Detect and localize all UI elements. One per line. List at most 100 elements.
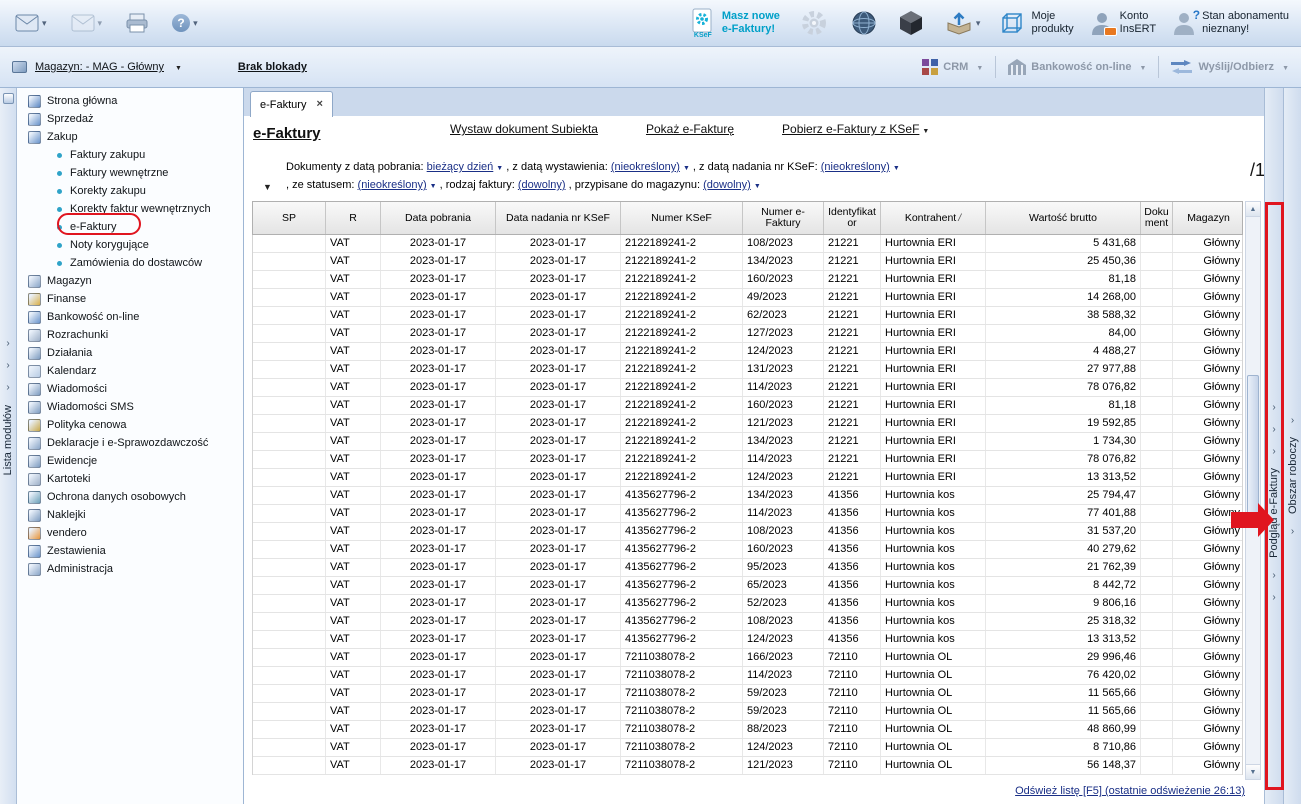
close-icon[interactable] [316, 99, 322, 110]
sidebar-item-zestawienia[interactable]: Zestawienia [17, 542, 243, 560]
table-row[interactable]: VAT2023-01-172023-01-172122189241-2124/2… [253, 343, 1242, 361]
modules-button[interactable] [896, 8, 926, 38]
column-header-2[interactable]: Data pobrania [381, 202, 496, 234]
sidebar-item-naklejki[interactable]: Naklejki [17, 506, 243, 524]
export-button[interactable] [942, 8, 984, 38]
table-row[interactable]: VAT2023-01-172023-01-177211038078-2166/2… [253, 649, 1242, 667]
sidebar-item-polityka-cenowa[interactable]: Polityka cenowa [17, 416, 243, 434]
table-row[interactable]: VAT2023-01-172023-01-174135627796-2108/2… [253, 523, 1242, 541]
action-link[interactable]: Pobierz e-Faktury z KSeF [782, 122, 929, 136]
table-row[interactable]: VAT2023-01-172023-01-174135627796-2114/2… [253, 505, 1242, 523]
column-header-3[interactable]: Data nadania nr KSeF [496, 202, 621, 234]
sidebar-item-faktury-wewnetrzne[interactable]: Faktury wewnętrzne [17, 164, 243, 182]
table-row[interactable]: VAT2023-01-172023-01-172122189241-2114/2… [253, 379, 1242, 397]
online-services-button[interactable] [848, 8, 880, 38]
table-row[interactable]: VAT2023-01-172023-01-174135627796-2108/2… [253, 613, 1242, 631]
table-row[interactable]: VAT2023-01-172023-01-174135627796-2134/2… [253, 487, 1242, 505]
column-header-10[interactable]: Magazyn [1173, 202, 1244, 234]
panel-tab-podglad-e-faktury[interactable]: Podgląd e-Faktury [1264, 88, 1283, 804]
column-header-0[interactable]: SP [253, 202, 326, 234]
insert-account-button[interactable]: Konto InsERT [1090, 10, 1156, 36]
sidebar-item-strona-glowna[interactable]: Strona główna [17, 92, 243, 110]
sidebar-item-zamowienia-do-dostawcow[interactable]: Zamówienia do dostawców [17, 254, 243, 272]
table-row[interactable]: VAT2023-01-172023-01-174135627796-295/20… [253, 559, 1242, 577]
filter-value-link[interactable]: (nieokreślony) [821, 161, 900, 173]
table-row[interactable]: VAT2023-01-172023-01-172122189241-2127/2… [253, 325, 1242, 343]
forward-document-button[interactable] [68, 12, 106, 34]
table-row[interactable]: VAT2023-01-172023-01-172122189241-2134/2… [253, 253, 1242, 271]
table-row[interactable]: VAT2023-01-172023-01-172122189241-262/20… [253, 307, 1242, 325]
sidebar-item-deklaracje[interactable]: Deklaracje i e-Sprawozdawczość [17, 434, 243, 452]
panel-tab-obszar-roboczy[interactable]: Obszar roboczy [1283, 88, 1301, 804]
sidebar-item-korekty-zakupu[interactable]: Korekty zakupu [17, 182, 243, 200]
vertical-scrollbar[interactable]: ▲ ▼ [1245, 201, 1261, 780]
table-row[interactable]: VAT2023-01-172023-01-172122189241-2108/2… [253, 235, 1242, 253]
column-header-5[interactable]: Numer e-Faktury [743, 202, 824, 234]
help-button[interactable] [169, 12, 201, 34]
action-link[interactable]: Wystaw dokument Subiekta [450, 122, 598, 136]
table-row[interactable]: VAT2023-01-172023-01-177211038078-259/20… [253, 703, 1242, 721]
column-header-7[interactable]: Kontrahent [881, 202, 986, 234]
sidebar-item-vendero[interactable]: vendero [17, 524, 243, 542]
print-button[interactable] [123, 11, 151, 35]
my-products-button[interactable]: Moje produkty [999, 10, 1073, 36]
table-row[interactable]: VAT2023-01-172023-01-172122189241-2124/2… [253, 469, 1242, 487]
column-header-1[interactable]: R [326, 202, 381, 234]
modules-strip[interactable]: Lista modułów [0, 88, 17, 804]
filter-value-link[interactable]: (dowolny) [518, 179, 566, 191]
sidebar-item-zakup[interactable]: Zakup [17, 128, 243, 146]
sidebar-item-finanse[interactable]: Finanse [17, 290, 243, 308]
scrollbar-thumb[interactable] [1247, 375, 1259, 521]
column-header-6[interactable]: Identyfikator [824, 202, 881, 234]
pin-panel-icon[interactable] [3, 93, 14, 104]
lock-status-link[interactable]: Brak blokady [238, 61, 307, 73]
sidebar-item-ewidencje[interactable]: Ewidencje [17, 452, 243, 470]
sidebar-item-kartoteki[interactable]: Kartoteki [17, 470, 243, 488]
sidebar-item-bankowosc-on-line[interactable]: Bankowość on-line [17, 308, 243, 326]
action-link[interactable]: Pokaż e-Fakturę [646, 122, 734, 136]
sidebar-item-noty-korygujace[interactable]: Noty korygujące [17, 236, 243, 254]
table-row[interactable]: VAT2023-01-172023-01-172122189241-2121/2… [253, 415, 1242, 433]
column-header-4[interactable]: Numer KSeF [621, 202, 743, 234]
online-banking-button[interactable]: Bankowość on-line [1008, 60, 1146, 75]
column-header-9[interactable]: Dokument [1141, 202, 1173, 234]
table-row[interactable]: VAT2023-01-172023-01-172122189241-2131/2… [253, 361, 1242, 379]
sidebar-item-ochrona-danych[interactable]: Ochrona danych osobowych [17, 488, 243, 506]
sidebar-item-rozrachunki[interactable]: Rozrachunki [17, 326, 243, 344]
filter-value-link[interactable]: (dowolny) [703, 179, 761, 191]
sidebar-item-administracja[interactable]: Administracja [17, 560, 243, 578]
filter-value-link[interactable]: (nieokreślony) [611, 161, 690, 173]
sidebar-item-sprzedaz[interactable]: Sprzedaż [17, 110, 243, 128]
table-row[interactable]: VAT2023-01-172023-01-177211038078-2121/2… [253, 757, 1242, 775]
table-row[interactable]: VAT2023-01-172023-01-172122189241-2114/2… [253, 451, 1242, 469]
sidebar-item-korekty-faktur-wewnetrznych[interactable]: Korekty faktur wewnętrznych [17, 200, 243, 218]
sidebar-item-faktury-zakupu[interactable]: Faktury zakupu [17, 146, 243, 164]
table-row[interactable]: VAT2023-01-172023-01-172122189241-2160/2… [253, 397, 1242, 415]
table-row[interactable]: VAT2023-01-172023-01-177211038078-259/20… [253, 685, 1242, 703]
warehouse-selector[interactable]: Magazyn: - MAG - Główny [35, 61, 164, 73]
filter-expander-icon[interactable] [263, 181, 272, 193]
settings-button[interactable] [796, 6, 832, 40]
table-row[interactable]: VAT2023-01-172023-01-172122189241-2160/2… [253, 271, 1242, 289]
sidebar-item-magazyn[interactable]: Magazyn [17, 272, 243, 290]
refresh-list-link[interactable]: Odśwież listę [F5] (ostatnie odświeżenie… [1015, 785, 1245, 797]
sidebar-item-dzialania[interactable]: Działania [17, 344, 243, 362]
send-document-button[interactable] [12, 12, 50, 34]
filter-value-link[interactable]: bieżący dzień [427, 161, 504, 173]
ksef-notification-button[interactable]: KSeF Masz nowe e-Faktury! [690, 8, 780, 39]
table-row[interactable]: VAT2023-01-172023-01-172122189241-249/20… [253, 289, 1242, 307]
sidebar-item-wiadomosci-sms[interactable]: Wiadomości SMS [17, 398, 243, 416]
send-receive-button[interactable]: Wyślij/Odbierz [1171, 60, 1289, 75]
crm-button[interactable]: CRM [922, 59, 983, 75]
table-row[interactable]: VAT2023-01-172023-01-174135627796-265/20… [253, 577, 1242, 595]
table-row[interactable]: VAT2023-01-172023-01-174135627796-252/20… [253, 595, 1242, 613]
scroll-down-button[interactable]: ▼ [1246, 764, 1260, 779]
table-row[interactable]: VAT2023-01-172023-01-177211038078-288/20… [253, 721, 1242, 739]
table-row[interactable]: VAT2023-01-172023-01-177211038078-2114/2… [253, 667, 1242, 685]
scroll-up-button[interactable]: ▲ [1246, 202, 1260, 217]
sidebar-item-kalendarz[interactable]: Kalendarz [17, 362, 243, 380]
tab-e-faktury[interactable]: e-Faktury [250, 91, 333, 117]
table-row[interactable]: VAT2023-01-172023-01-174135627796-2124/2… [253, 631, 1242, 649]
subscription-status-button[interactable]: Stan abonamentu nieznany! [1172, 10, 1289, 36]
table-row[interactable]: VAT2023-01-172023-01-172122189241-2134/2… [253, 433, 1242, 451]
